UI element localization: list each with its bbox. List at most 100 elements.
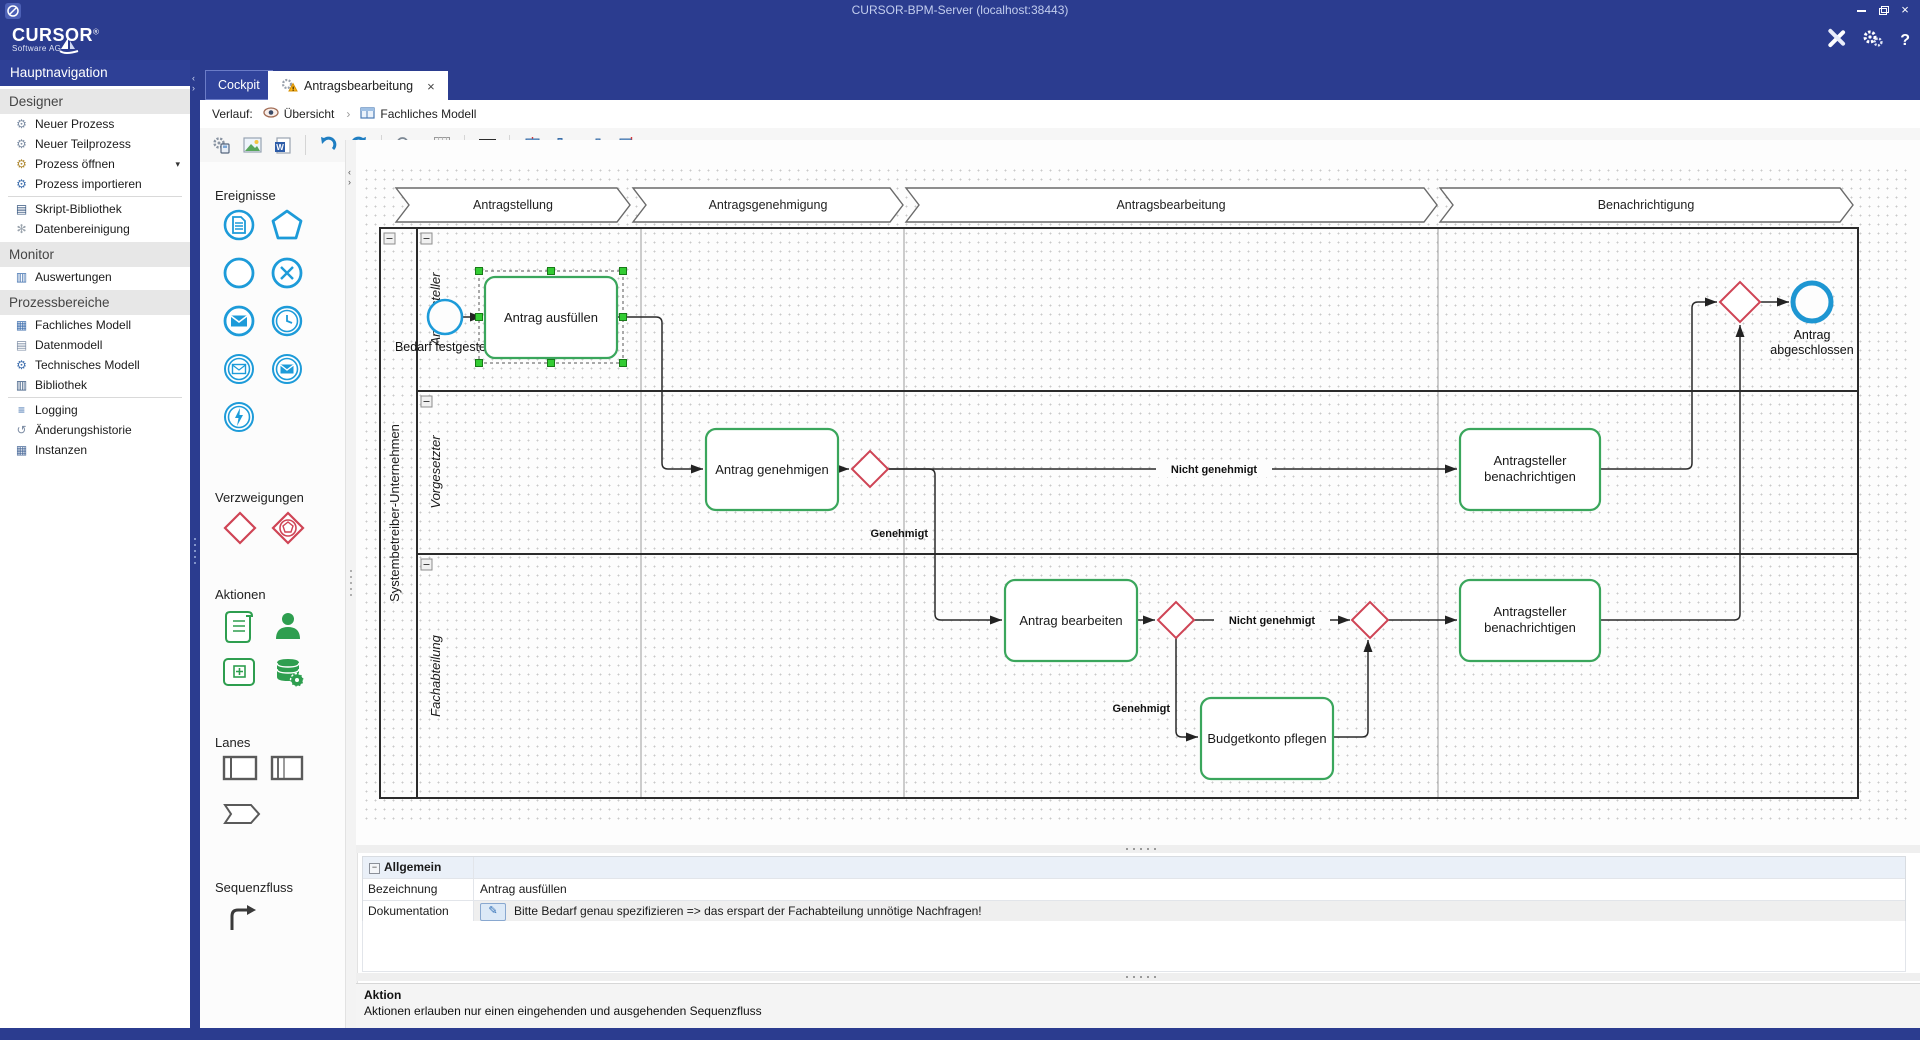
tab-cockpit[interactable]: Cockpit	[205, 70, 273, 100]
gateway-bearbeitung[interactable]	[1158, 602, 1194, 638]
splitter-grip[interactable]	[194, 538, 196, 564]
export-word-icon[interactable]: W	[272, 134, 294, 156]
task-antrag-bearbeiten[interactable]: Antrag bearbeiten	[1005, 580, 1137, 661]
sidebar-item-neuer-teilprozess[interactable]: ⚙ Neuer Teilprozess	[0, 134, 190, 154]
palette-user-action-icon[interactable]	[272, 609, 304, 646]
end-event-label-line1: Antrag	[1794, 328, 1831, 342]
dropdown-caret-icon[interactable]: ▾	[175, 159, 180, 170]
palette-document-event-icon[interactable]	[222, 208, 256, 247]
breadcrumb-item-fachliches-modell[interactable]: Fachliches Modell	[360, 107, 476, 122]
properties-splitter[interactable]	[356, 845, 1920, 853]
palette-start-event-icon[interactable]	[222, 256, 256, 295]
edge-label-genehmigt[interactable]: Genehmigt	[1113, 703, 1171, 715]
diagram-canvas[interactable]: Antragstellung Antragsgenehmigung Antrag…	[356, 140, 1920, 845]
splitter-grip[interactable]	[350, 570, 352, 596]
edge-label-nicht-genehmigt[interactable]: Nicht genehmigt	[1171, 464, 1258, 476]
gateway-merge-fachabteilung[interactable]	[1352, 602, 1388, 638]
task-antrag-ausfuellen[interactable]: Antrag ausfüllen	[476, 268, 627, 367]
help-icon[interactable]: ?	[1900, 32, 1910, 50]
palette-subprocess-action-icon[interactable]	[222, 657, 256, 692]
tab-antragsbearbeitung[interactable]: Antragsbearbeitung ×	[268, 71, 448, 100]
sidebar-item-prozess-importieren[interactable]: ⚙ Prozess importieren	[0, 174, 190, 194]
breadcrumb: Verlauf: Übersicht › Fachliches Modell	[200, 100, 1920, 129]
sidebar-item-datenmodell[interactable]: ▤ Datenmodell	[0, 335, 190, 355]
palette-sequence-flow-icon[interactable]	[224, 900, 258, 937]
property-value[interactable]: Antrag ausfüllen	[474, 879, 1905, 900]
properties-group-label: Allgemein	[384, 860, 441, 874]
properties-group-row[interactable]: −Allgemein	[363, 857, 1905, 879]
sidebar-item-instanzen[interactable]: ▦ Instanzen	[0, 440, 190, 460]
sidebar-item-technisches-modell[interactable]: ⚙ Technisches Modell	[0, 355, 190, 375]
sidebar-item-aenderungshistorie[interactable]: ↺ Änderungshistorie	[0, 420, 190, 440]
property-row-dokumentation[interactable]: Dokumentation ✎ Bitte Bedarf genau spezi…	[363, 901, 1905, 922]
palette-pentagon-event-icon[interactable]	[270, 208, 304, 247]
tools-icon[interactable]	[1826, 28, 1846, 53]
sidebar-item-label: Prozess importieren	[35, 177, 142, 191]
svg-text:W: W	[276, 143, 284, 152]
settings-gears-icon[interactable]	[1862, 28, 1884, 53]
end-event[interactable]: Antrag abgeschlossen	[1770, 283, 1853, 357]
sidebar-item-skript-bibliothek[interactable]: ▤ Skript-Bibliothek	[0, 199, 190, 219]
task-label: Antrag bearbeiten	[1019, 613, 1122, 628]
sidebar-item-label: Datenmodell	[35, 338, 102, 352]
palette-message-event-icon[interactable]	[222, 304, 256, 343]
sidebar-item-fachliches-modell[interactable]: ▦ Fachliches Modell	[0, 315, 190, 335]
tab-close-icon[interactable]: ×	[427, 79, 435, 94]
close-button[interactable]: ×	[1894, 2, 1916, 18]
collapse-left-icon[interactable]: ‹	[192, 74, 195, 82]
palette-cancel-event-icon[interactable]	[270, 256, 304, 295]
info-splitter[interactable]	[356, 973, 1920, 981]
export-image-icon[interactable]	[241, 134, 263, 156]
palette-complex-gateway-icon[interactable]	[270, 510, 306, 551]
palette-milestone-icon[interactable]	[222, 802, 262, 831]
breadcrumb-item-uebersicht[interactable]: Übersicht	[263, 107, 335, 121]
palette-exclusive-gateway-icon[interactable]	[222, 510, 258, 551]
collapse-group-icon[interactable]: −	[369, 863, 380, 874]
palette-throw-message-icon[interactable]	[270, 352, 304, 391]
eye-icon	[263, 107, 279, 121]
lane-vorgesetzter[interactable]: Vorgesetzter	[421, 396, 443, 509]
undo-icon[interactable]	[317, 134, 339, 156]
sidebar-item-auswertungen[interactable]: ▥ Auswertungen	[0, 267, 190, 287]
edge-label-genehmigt[interactable]: Genehmigt	[871, 528, 929, 540]
gateway-merge-benachrichtigung[interactable]	[1720, 282, 1760, 322]
sidebar-item-logging[interactable]: ≡ Logging	[0, 400, 190, 420]
property-value[interactable]: Bitte Bedarf genau spezifizieren => das …	[514, 901, 982, 922]
phase-label: Antragstellung	[473, 198, 553, 212]
gateway-genehmigung[interactable]	[852, 451, 888, 487]
palette-data-action-icon[interactable]	[272, 655, 306, 694]
palette-lane-icon[interactable]	[270, 755, 304, 786]
edit-documentation-button[interactable]: ✎	[480, 903, 506, 921]
task-benachrichtigen-fachabteilung[interactable]: Antragsteller benachrichtigen	[1460, 580, 1600, 661]
palette-script-action-icon[interactable]	[222, 607, 256, 648]
task-benachrichtigen-vorgesetzter[interactable]: Antragsteller benachrichtigen	[1460, 429, 1600, 510]
restore-button[interactable]	[1872, 2, 1894, 18]
collapse-left-icon[interactable]: ‹	[348, 168, 351, 176]
start-event[interactable]: Bedarf festgestellt	[395, 300, 496, 354]
splitter-grip[interactable]	[1126, 976, 1156, 978]
palette-section-sequenzfluss: Sequenzfluss	[215, 880, 293, 895]
tab-bar: Cockpit Antragsbearbeitung ×	[200, 60, 1920, 100]
pool-collapse-icon[interactable]	[384, 233, 395, 244]
palette-timer-event-icon[interactable]	[270, 304, 304, 343]
sidebar-item-prozess-oeffnen[interactable]: ⚙ Prozess öffnen ▾	[0, 154, 190, 174]
palette-signal-event-icon[interactable]	[222, 400, 256, 439]
task-budgetkonto-pflegen[interactable]: Budgetkonto pflegen	[1201, 698, 1333, 779]
sidebar-item-neuer-prozess[interactable]: ⚙ Neuer Prozess	[0, 114, 190, 134]
minimize-button[interactable]	[1850, 2, 1872, 18]
palette-intermediate-message-icon[interactable]	[222, 352, 256, 391]
palette-section-ereignisse: Ereignisse	[215, 188, 276, 203]
sidebar-item-datenbereinigung[interactable]: ✻ Datenbereinigung	[0, 219, 190, 239]
edge-label-nicht-genehmigt[interactable]: Nicht genehmigt	[1229, 615, 1316, 627]
expand-right-icon[interactable]: ›	[192, 84, 195, 92]
splitter-grip[interactable]	[1126, 848, 1156, 850]
export-process-icon[interactable]	[210, 134, 232, 156]
task-antrag-genehmigen[interactable]: Antrag genehmigen	[706, 429, 838, 510]
palette-pool-icon[interactable]	[222, 755, 258, 786]
property-row-bezeichnung[interactable]: Bezeichnung Antrag ausfüllen	[363, 879, 1905, 901]
sidebar-item-bibliothek[interactable]: ▥ Bibliothek	[0, 375, 190, 395]
lane-fachabteilung[interactable]: Fachabteilung	[421, 559, 443, 717]
sidebar-item-label: Neuer Prozess	[35, 117, 114, 131]
sidebar-splitter[interactable]: ‹ ›	[190, 60, 200, 1028]
expand-right-icon[interactable]: ›	[348, 178, 351, 186]
